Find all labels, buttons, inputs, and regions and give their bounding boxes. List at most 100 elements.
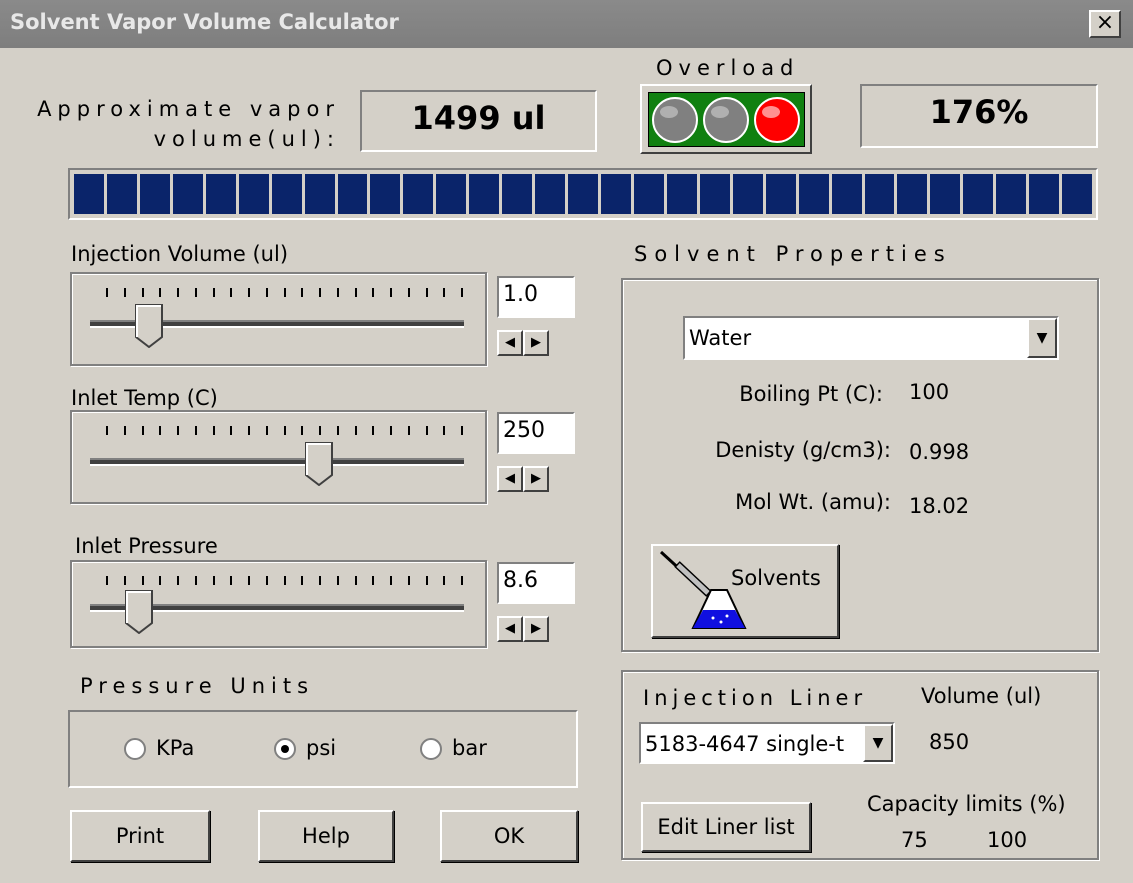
slider-tick	[141, 288, 144, 297]
edit-liner-list-button[interactable]: Edit Liner list	[641, 802, 811, 852]
progress-cell	[304, 174, 335, 214]
progress-cell	[403, 174, 434, 214]
slider-tick	[141, 426, 144, 435]
slider-tick	[407, 576, 410, 585]
progress-cell	[139, 174, 170, 214]
arrow-left-icon[interactable]: ◀	[497, 466, 523, 492]
slider-tick	[443, 576, 446, 585]
inlet-temp-input[interactable]: 250	[497, 412, 575, 454]
overload-light-highlight	[762, 106, 780, 118]
title-bar: Solvent Vapor Volume Calculator ×	[0, 0, 1133, 48]
progress-cell	[106, 174, 137, 214]
radio-psi[interactable]	[274, 738, 296, 760]
slider-tick	[159, 426, 162, 435]
slider-tick	[443, 426, 446, 435]
ok-button[interactable]: OK	[440, 810, 578, 862]
slider-tick	[407, 288, 410, 297]
arrow-right-icon[interactable]: ▶	[523, 466, 549, 492]
solvent-properties-heading: Solvent Properties	[634, 242, 952, 266]
slider-tick	[336, 426, 339, 435]
progress-cell	[798, 174, 829, 214]
slider-tick	[390, 426, 392, 435]
slider-tick	[461, 426, 463, 435]
slider-tick	[177, 426, 179, 435]
overload-light-3	[754, 97, 800, 143]
close-button[interactable]: ×	[1089, 10, 1121, 38]
progress-cell	[370, 174, 401, 214]
progress-cell	[996, 174, 1027, 214]
slider-thumb[interactable]	[124, 590, 155, 635]
injection-volume-slider[interactable]	[70, 272, 487, 366]
slider-tick	[319, 288, 321, 297]
slider-tick	[248, 426, 250, 435]
slider-tick	[265, 288, 268, 297]
slider-tick	[283, 576, 286, 585]
slider-thumb[interactable]	[304, 442, 335, 487]
progress-cell	[1062, 174, 1093, 214]
liner-volume-label: Volume (ul)	[921, 684, 1042, 708]
arrow-left-icon[interactable]: ◀	[497, 616, 523, 642]
progress-fill	[74, 174, 1093, 214]
slider-tick	[106, 576, 108, 585]
slider-tick	[106, 288, 108, 297]
inlet-pressure-slider[interactable]	[70, 560, 487, 648]
arrow-right-icon[interactable]: ▶	[523, 616, 549, 642]
arrow-left-icon[interactable]: ◀	[497, 330, 523, 356]
chevron-down-icon[interactable]: ▼	[863, 724, 893, 762]
solvents-button[interactable]: Solvents	[651, 544, 839, 638]
inlet-pressure-label: Inlet Pressure	[75, 534, 218, 558]
slider-tick	[390, 288, 392, 297]
progress-cell	[699, 174, 730, 214]
inlet-temp-label: Inlet Temp (C)	[71, 386, 218, 410]
inlet-pressure-spinner[interactable]: ◀ ▶	[497, 616, 549, 642]
slider-tick	[194, 426, 197, 435]
radio-kpa[interactable]	[124, 738, 146, 760]
injection-volume-spinner[interactable]: ◀ ▶	[497, 330, 549, 356]
slider-tick	[461, 288, 463, 297]
progress-cell	[436, 174, 467, 214]
progress-cell	[535, 174, 566, 214]
print-button[interactable]: Print	[70, 810, 210, 862]
progress-cell	[963, 174, 994, 214]
progress-cell	[831, 174, 862, 214]
capacity-limits-label: Capacity limits (%)	[867, 792, 1066, 816]
density-label: Denisty (g/cm3):	[715, 438, 891, 462]
slider-tick	[354, 288, 357, 297]
slider-tick	[194, 288, 197, 297]
slider-tick	[372, 288, 375, 297]
density-value: 0.998	[909, 440, 970, 464]
progress-cell	[205, 174, 236, 214]
progress-cell	[1029, 174, 1060, 214]
slider-track	[90, 458, 464, 466]
slider-tick	[248, 576, 250, 585]
vapor-volume-readout: 1499 ul	[360, 90, 597, 152]
overload-light-2	[703, 97, 749, 143]
injection-volume-input[interactable]: 1.0	[497, 276, 575, 318]
help-button[interactable]: Help	[258, 810, 394, 862]
chevron-down-icon[interactable]: ▼	[1027, 318, 1057, 358]
liner-select[interactable]: 5183-4647 single-t ▼	[639, 722, 895, 764]
inlet-pressure-input[interactable]: 8.6	[497, 562, 575, 604]
progress-cell	[601, 174, 631, 214]
solvent-select[interactable]: Water ▼	[683, 316, 1059, 360]
overload-lights	[652, 97, 800, 143]
progress-cell	[765, 174, 796, 214]
radio-bar-label: bar	[452, 736, 487, 760]
radio-psi-label: psi	[306, 736, 337, 760]
liner-volume-value: 850	[929, 730, 970, 754]
slider-tick	[248, 288, 250, 297]
progress-cell	[732, 174, 763, 214]
progress-cell	[864, 174, 895, 214]
slider-tick	[354, 576, 357, 585]
slider-tick	[212, 426, 215, 435]
solvent-select-value: Water	[689, 326, 752, 350]
slider-thumb[interactable]	[134, 304, 165, 349]
radio-bar[interactable]	[420, 738, 442, 760]
slider-tick	[372, 576, 375, 585]
slider-tick	[230, 426, 233, 435]
slider-tick	[390, 576, 392, 585]
inlet-temp-slider[interactable]	[70, 410, 487, 504]
arrow-right-icon[interactable]: ▶	[523, 330, 549, 356]
inlet-temp-spinner[interactable]: ◀ ▶	[497, 466, 549, 492]
progress-cell	[897, 174, 928, 214]
